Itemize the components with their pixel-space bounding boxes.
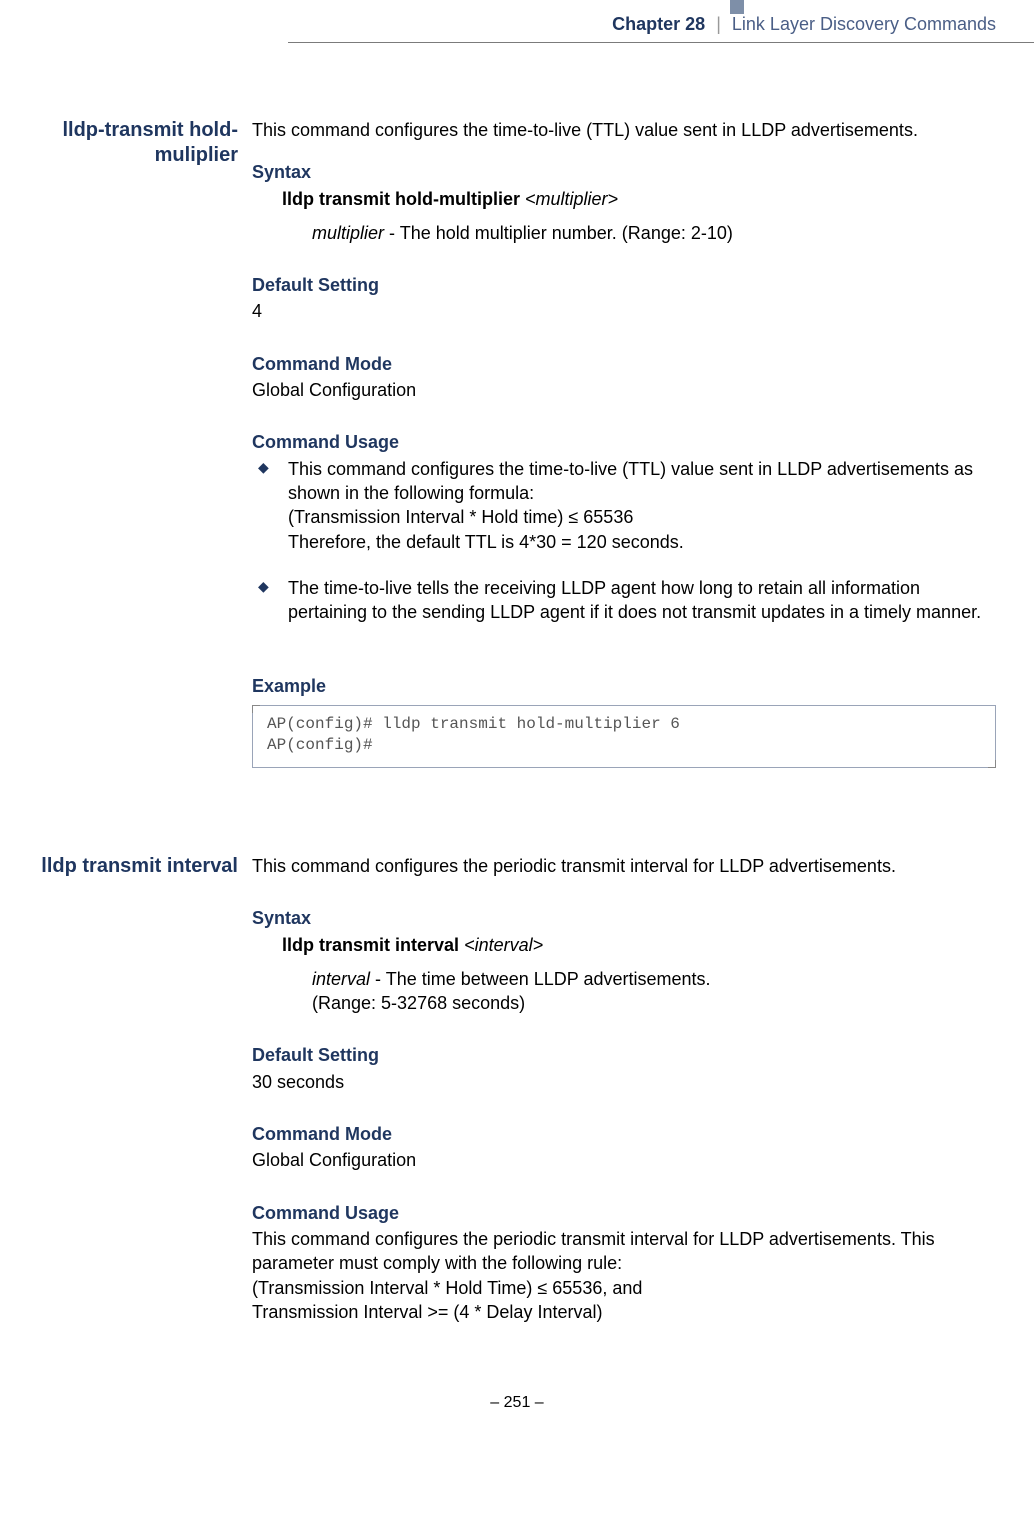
param-desc-2: - The time between LLDP advertisements. xyxy=(370,969,711,989)
usage-bullet-2-text: The time-to-live tells the receiving LLD… xyxy=(288,578,981,622)
example-code: AP(config)# lldp transmit hold-multiplie… xyxy=(252,705,996,768)
example-heading: Example xyxy=(252,674,996,698)
usage-heading: Command Usage xyxy=(252,430,996,454)
usage-bullet-2: The time-to-live tells the receiving LLD… xyxy=(252,576,996,647)
chapter-title: Link Layer Discovery Commands xyxy=(732,14,996,34)
chapter-separator: | xyxy=(716,14,721,34)
syntax-command: lldp transmit hold-multiplier xyxy=(282,189,520,209)
header-tab-decoration xyxy=(730,0,744,14)
page-number: – 251 – xyxy=(490,1394,543,1411)
header-text: Chapter 28 | Link Layer Discovery Comman… xyxy=(612,14,996,35)
param-line-2: interval - The time between LLDP adverti… xyxy=(252,967,996,1016)
syntax-argument: <multiplier> xyxy=(525,189,618,209)
syntax-argument-2: <interval> xyxy=(464,935,543,955)
mode-block: Command Mode Global Configuration xyxy=(252,352,996,403)
intro-text-2: This command configures the periodic tra… xyxy=(252,854,996,878)
syntax-heading-2: Syntax xyxy=(252,906,996,930)
usage-block-2: Command Usage This command configures th… xyxy=(252,1201,996,1324)
mode-value-2: Global Configuration xyxy=(252,1148,996,1172)
usage-text-2: This command configures the periodic tra… xyxy=(252,1227,996,1324)
usage-bullet-1: This command configures the time-to-live… xyxy=(252,457,996,576)
default-heading: Default Setting xyxy=(252,273,996,297)
syntax-line-2: lldp transmit interval <interval> xyxy=(252,933,996,957)
param-name: multiplier xyxy=(312,223,384,243)
command-body-hold-multiplier: This command configures the time-to-live… xyxy=(252,118,996,804)
default-heading-2: Default Setting xyxy=(252,1043,996,1067)
usage-block: Command Usage This command configures th… xyxy=(252,430,996,646)
usage-bullet-1-text: This command configures the time-to-live… xyxy=(288,459,973,552)
default-block: Default Setting 4 xyxy=(252,273,996,324)
mode-heading: Command Mode xyxy=(252,352,996,376)
usage-heading-2: Command Usage xyxy=(252,1201,996,1225)
syntax-command-2: lldp transmit interval xyxy=(282,935,459,955)
usage-bullets: This command configures the time-to-live… xyxy=(252,457,996,647)
syntax-block: Syntax lldp transmit hold-multiplier <mu… xyxy=(252,160,996,245)
default-block-2: Default Setting 30 seconds xyxy=(252,1043,996,1094)
syntax-heading: Syntax xyxy=(252,160,996,184)
syntax-block-2: Syntax lldp transmit interval <interval>… xyxy=(252,906,996,1015)
page-header: Chapter 28 | Link Layer Discovery Comman… xyxy=(0,0,1034,48)
page-footer: – 251 – xyxy=(0,1394,1034,1412)
page: Chapter 28 | Link Layer Discovery Comman… xyxy=(0,0,1034,1452)
chapter-number: Chapter 28 xyxy=(612,14,705,34)
param-name-2: interval xyxy=(312,969,370,989)
example-block: Example AP(config)# lldp transmit hold-m… xyxy=(252,674,996,767)
command-body-transmit-interval: This command configures the periodic tra… xyxy=(252,854,996,1324)
mode-block-2: Command Mode Global Configuration xyxy=(252,1122,996,1173)
command-name-transmit-interval: lldp transmit interval xyxy=(20,854,240,1324)
default-value-2: 30 seconds xyxy=(252,1070,996,1094)
content-grid: lldp-transmit hold-muliplier This comman… xyxy=(0,48,1034,1324)
header-rule xyxy=(288,42,1034,43)
mode-value: Global Configuration xyxy=(252,378,996,402)
param-line: multiplier - The hold multiplier number.… xyxy=(252,221,996,245)
syntax-line: lldp transmit hold-multiplier <multiplie… xyxy=(252,187,996,211)
param-desc-2b: (Range: 5-32768 seconds) xyxy=(312,993,525,1013)
mode-heading-2: Command Mode xyxy=(252,1122,996,1146)
command-name-hold-multiplier: lldp-transmit hold-muliplier xyxy=(20,118,240,804)
intro-text: This command configures the time-to-live… xyxy=(252,118,996,142)
param-desc: - The hold multiplier number. (Range: 2-… xyxy=(384,223,733,243)
default-value: 4 xyxy=(252,299,996,323)
